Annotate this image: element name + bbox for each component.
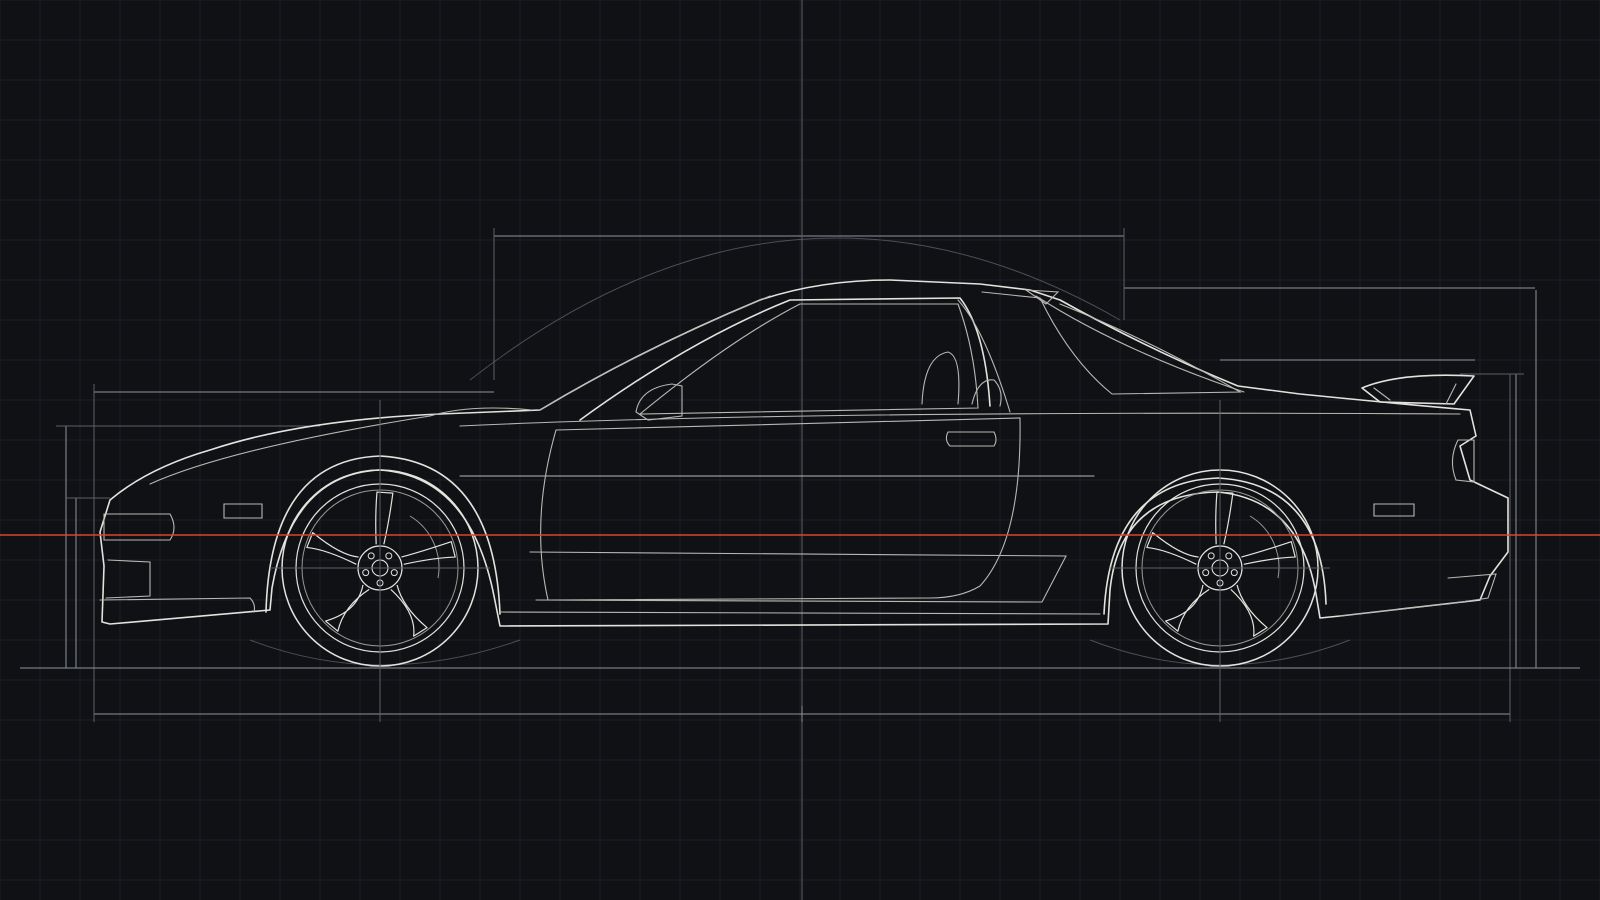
blueprint-canvas: [0, 0, 1600, 900]
grid: [0, 0, 1600, 900]
blueprint-drawing: [0, 0, 1600, 900]
